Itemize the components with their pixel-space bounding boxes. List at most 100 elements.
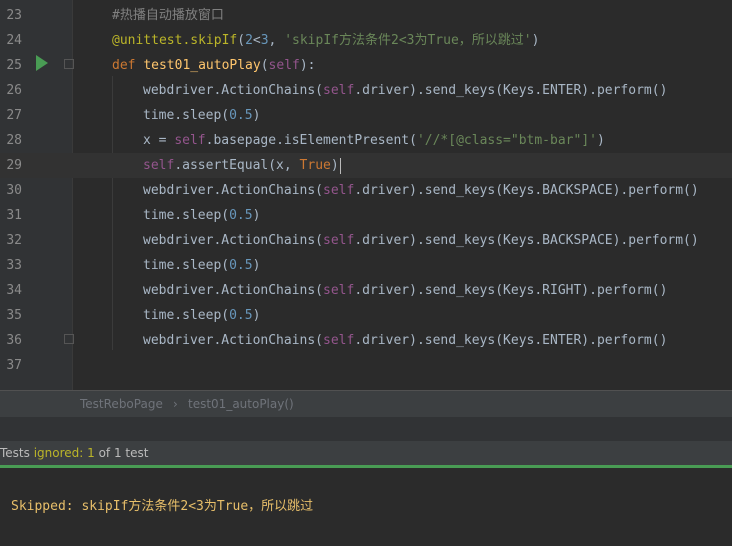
- code-text[interactable]: webdriver.ActionChains(self.driver).send…: [143, 78, 667, 103]
- code-token: '//*[@class="btm-bar"]': [416, 133, 597, 148]
- code-text[interactable]: #热播自动播放窗口: [112, 3, 224, 28]
- code-token: <: [252, 33, 261, 48]
- line-number: 27: [6, 108, 22, 123]
- code-token: (: [237, 33, 246, 48]
- code-token: ): [531, 33, 540, 48]
- code-token: ): [596, 133, 605, 148]
- code-token: ): [252, 208, 261, 223]
- code-text[interactable]: webdriver.ActionChains(self.driver).send…: [143, 178, 699, 203]
- code-token: .driver).send_keys(Keys.ENTER).perform(): [354, 83, 668, 98]
- code-token: ): [330, 158, 339, 173]
- code-token: 0.5: [229, 108, 253, 123]
- code-editor[interactable]: 23 #热播自动播放窗口 24 @unittest.skipIf(2<3, 'skip…: [0, 0, 732, 390]
- code-token: 3: [260, 33, 269, 48]
- code-text[interactable]: @unittest.skipIf(2<3, 'skipIf方法条件2<3为Tru…: [112, 28, 539, 53]
- code-token: .driver).send_keys(Keys.ENTER).perform(): [354, 333, 668, 348]
- code-line-27[interactable]: 27 time.sleep(0.5): [0, 103, 732, 128]
- code-token: .assertEqual(x,: [174, 158, 300, 173]
- run-test-icon[interactable]: [36, 55, 48, 71]
- code-line-24[interactable]: 24 @unittest.skipIf(2<3, 'skipIf方法条件2<3为T…: [0, 28, 732, 53]
- code-text[interactable]: webdriver.ActionChains(self.driver).send…: [143, 328, 667, 353]
- code-text[interactable]: self.assertEqual(x, True): [143, 153, 341, 178]
- code-token: self: [323, 283, 355, 298]
- code-token: .basepage.isElementPresent(: [205, 133, 417, 148]
- code-line-25[interactable]: 25 def test01_autoPlay(self):: [0, 53, 732, 78]
- code-line-30[interactable]: 30 webdriver.ActionChains(self.driver).se…: [0, 178, 732, 203]
- code-text[interactable]: time.sleep(0.5): [143, 203, 260, 228]
- code-token: self: [143, 158, 175, 173]
- console-line: Skipped: skipIf方法条件2<3为True，所以跳过: [11, 499, 314, 514]
- test-summary-prefix: Tests: [0, 446, 34, 460]
- code-token: self: [323, 233, 355, 248]
- code-token: .driver).send_keys(Keys.RIGHT).perform(): [354, 283, 668, 298]
- code-text[interactable]: webdriver.ActionChains(self.driver).send…: [143, 228, 699, 253]
- code-token: time.sleep(: [143, 108, 230, 123]
- code-token: webdriver.ActionChains(: [143, 333, 324, 348]
- code-token: self: [268, 58, 300, 73]
- code-token: 'skipIf方法条件2<3为True，所以跳过': [284, 33, 532, 48]
- code-line-37[interactable]: 37: [0, 353, 732, 378]
- code-line-31[interactable]: 31 time.sleep(0.5): [0, 203, 732, 228]
- code-line-36[interactable]: 36 webdriver.ActionChains(self.driver).se…: [0, 328, 732, 353]
- breadcrumb-method[interactable]: test01_autoPlay(): [188, 391, 294, 417]
- fold-end-icon[interactable]: [64, 334, 74, 344]
- code-token: x =: [143, 133, 175, 148]
- console-output[interactable]: Skipped: skipIf方法条件2<3为True，所以跳过: [0, 468, 732, 546]
- code-token: time.sleep(: [143, 208, 230, 223]
- code-text[interactable]: time.sleep(0.5): [143, 253, 260, 278]
- code-token: (: [260, 58, 269, 73]
- breadcrumb-class[interactable]: TestReboPage: [80, 391, 163, 417]
- line-number: 34: [6, 283, 22, 298]
- code-line-33[interactable]: 33 time.sleep(0.5): [0, 253, 732, 278]
- code-token: time.sleep(: [143, 258, 230, 273]
- code-token: webdriver.ActionChains(: [143, 83, 324, 98]
- code-token: .driver).send_keys(Keys.BACKSPACE).perfo…: [354, 233, 699, 248]
- line-number: 28: [6, 133, 22, 148]
- fold-marker-icon[interactable]: [64, 59, 74, 69]
- ignored-count: ignored: 1: [33, 446, 95, 460]
- line-number: 23: [6, 8, 22, 23]
- code-token: self: [323, 83, 355, 98]
- code-line-35[interactable]: 35 time.sleep(0.5): [0, 303, 732, 328]
- test-status-bar: Tests ignored: 1 of 1 test: [0, 441, 732, 465]
- code-text[interactable]: webdriver.ActionChains(self.driver).send…: [143, 278, 667, 303]
- line-number: 26: [6, 83, 22, 98]
- run-toolbar: [0, 417, 732, 441]
- code-text[interactable]: x = self.basepage.isElementPresent('//*[…: [143, 128, 605, 153]
- test-summary-suffix: of 1 test: [94, 446, 149, 460]
- code-text[interactable]: time.sleep(0.5): [143, 303, 260, 328]
- code-line-28[interactable]: 28 x = self.basepage.isElementPresent('//…: [0, 128, 732, 153]
- code-token: ): [252, 308, 261, 323]
- line-number: 30: [6, 183, 22, 198]
- code-token: 2: [245, 33, 253, 48]
- breadcrumb: TestReboPage › test01_autoPlay(): [0, 390, 732, 417]
- code-token: self: [323, 183, 355, 198]
- code-line-32[interactable]: 32 webdriver.ActionChains(self.driver).se…: [0, 228, 732, 253]
- line-number: 33: [6, 258, 22, 273]
- code-line-23[interactable]: 23 #热播自动播放窗口: [0, 3, 732, 28]
- code-line-29[interactable]: 29 self.assertEqual(x, True): [0, 153, 732, 178]
- code-text[interactable]: time.sleep(0.5): [143, 103, 260, 128]
- code-text[interactable]: def test01_autoPlay(self):: [112, 53, 316, 78]
- line-number: 31: [6, 208, 22, 223]
- code-token: self: [323, 333, 355, 348]
- code-token: ): [252, 108, 261, 123]
- code-token: True: [299, 158, 331, 173]
- code-token: webdriver.ActionChains(: [143, 233, 324, 248]
- code-line-26[interactable]: 26 webdriver.ActionChains(self.driver).se…: [0, 78, 732, 103]
- breadcrumb-separator: ›: [173, 397, 178, 411]
- code-token: ): [252, 258, 261, 273]
- code-token: ,: [268, 33, 285, 48]
- code-token: 0.5: [229, 208, 253, 223]
- code-token: @unittest.skipIf: [112, 33, 238, 48]
- code-token: time.sleep(: [143, 308, 230, 323]
- test-summary: Tests ignored: 1 of 1 test: [0, 441, 148, 465]
- code-token: .driver).send_keys(Keys.BACKSPACE).perfo…: [354, 183, 699, 198]
- line-number: 36: [6, 333, 22, 348]
- code-line-34[interactable]: 34 webdriver.ActionChains(self.driver).se…: [0, 278, 732, 303]
- code-token: webdriver.ActionChains(: [143, 183, 324, 198]
- code-token: def: [112, 58, 144, 73]
- code-token: webdriver.ActionChains(: [143, 283, 324, 298]
- code-token: 0.5: [229, 258, 253, 273]
- line-number: 35: [6, 308, 22, 323]
